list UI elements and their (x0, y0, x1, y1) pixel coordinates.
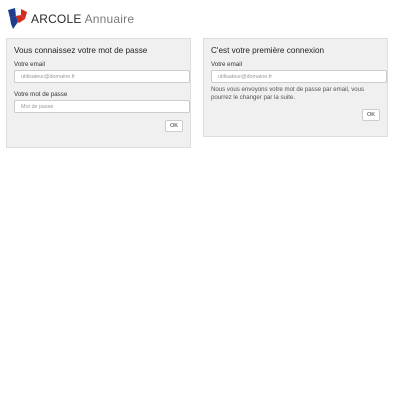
app-header: ARCOLE Annuaire (6, 6, 134, 32)
first-login-ok-button[interactable]: OK (362, 109, 380, 121)
first-login-email-label: Votre email (211, 61, 242, 68)
brand-name: ARCOLE (31, 12, 82, 26)
first-login-panel: C'est votre première connexion Votre ema… (203, 38, 388, 137)
login-password-label: Votre mot de passe (14, 91, 68, 98)
first-login-panel-title: C'est votre première connexion (211, 46, 325, 55)
login-email-label: Votre email (14, 61, 45, 68)
marianne-flag-logo-icon (8, 7, 27, 29)
first-login-help-text: Nous vous envoyons votre mot de passe pa… (211, 86, 365, 102)
brand-subtitle: Annuaire (84, 12, 135, 26)
login-panel-title: Vous connaissez votre mot de passe (14, 46, 148, 55)
login-ok-button[interactable]: OK (165, 120, 183, 132)
app-brand: ARCOLE Annuaire (31, 12, 134, 26)
first-login-email-input[interactable] (211, 70, 387, 83)
login-email-input[interactable] (14, 70, 190, 83)
login-panel: Vous connaissez votre mot de passe Votre… (6, 38, 191, 148)
login-password-input[interactable] (14, 100, 190, 113)
